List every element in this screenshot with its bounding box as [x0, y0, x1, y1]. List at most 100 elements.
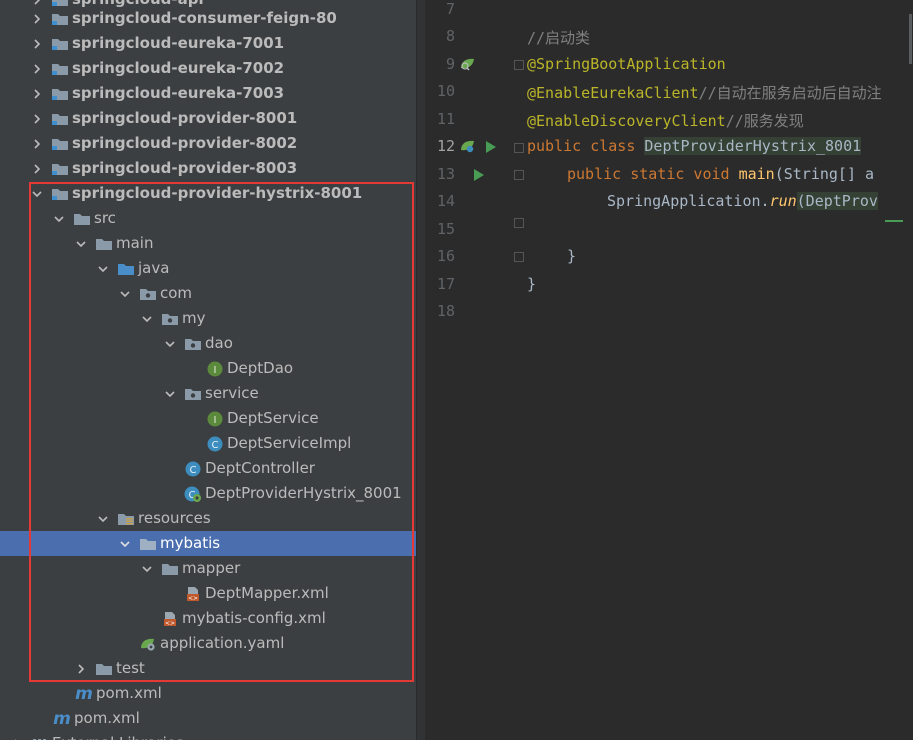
line-number: 8	[445, 27, 455, 45]
package-icon	[160, 310, 180, 328]
xml-file-icon: <>	[160, 610, 180, 628]
scrollbar-thumb[interactable]	[909, 14, 912, 64]
tree-row-external-libraries[interactable]: External Libraries	[0, 731, 416, 740]
chevron-right-icon[interactable]	[30, 12, 44, 26]
chevron-right-icon[interactable]	[30, 62, 44, 76]
tree-row-my[interactable]: my	[0, 306, 416, 331]
chevron-down-icon[interactable]	[140, 312, 154, 326]
tree-row-module[interactable]: springcloud-consumer-feign-80	[0, 6, 416, 31]
spring-bean-icon[interactable]	[459, 56, 477, 76]
chevron-down-icon[interactable]	[118, 537, 132, 551]
chevron-right-icon[interactable]	[30, 87, 44, 101]
code-line-10: @EnableEurekaClient//自动在服务启动后自动注	[527, 84, 882, 102]
chevron-down-icon[interactable]	[118, 287, 132, 301]
spring-bean-icon[interactable]	[459, 138, 477, 158]
code-line-8: //启动类	[527, 29, 591, 47]
project-tree-panel[interactable]: springcloud-api springcloud-consumer-fei…	[0, 0, 416, 740]
chevron-down-icon[interactable]	[163, 337, 177, 351]
tree-row-module[interactable]: springcloud-provider-8001	[0, 106, 416, 131]
tree-row-service[interactable]: service	[0, 381, 416, 406]
tree-row-module[interactable]: springcloud-provider-8002	[0, 131, 416, 156]
folder-icon	[72, 210, 92, 228]
line-number: 17	[436, 275, 455, 293]
module-folder-icon	[50, 160, 70, 178]
error-stripe-marker	[885, 220, 903, 222]
chevron-down-icon[interactable]	[52, 212, 66, 226]
tree-row-mybatis[interactable]: mybatis	[0, 531, 416, 556]
folder-icon	[94, 660, 114, 678]
module-folder-icon	[50, 110, 70, 128]
svg-text:C: C	[190, 465, 197, 476]
resources-folder-icon	[116, 510, 136, 528]
interface-icon: I	[205, 410, 225, 428]
svg-text:C: C	[212, 440, 219, 451]
fold-marker[interactable]	[514, 143, 524, 153]
run-icon[interactable]	[473, 167, 485, 186]
chevron-down-icon[interactable]	[30, 187, 44, 201]
tree-row-main[interactable]: main	[0, 231, 416, 256]
tree-row-dept-service[interactable]: I DeptService	[0, 406, 416, 431]
code-line-16: }	[567, 247, 577, 265]
svg-text:I: I	[214, 415, 217, 426]
line-number: 7	[445, 0, 455, 18]
spring-boot-class-icon: C	[183, 485, 203, 503]
tree-row-module[interactable]: springcloud-provider-8003	[0, 156, 416, 181]
chevron-right-icon[interactable]	[74, 662, 88, 676]
tree-row-src[interactable]: src	[0, 206, 416, 231]
tree-row-java[interactable]: java	[0, 256, 416, 281]
chevron-right-icon[interactable]	[30, 112, 44, 126]
chevron-right-icon[interactable]	[30, 37, 44, 51]
chevron-down-icon[interactable]	[96, 262, 110, 276]
code-line-17: }	[527, 275, 537, 293]
source-folder-icon	[116, 260, 136, 278]
chevron-down-icon[interactable]	[74, 237, 88, 251]
maven-icon: m	[53, 708, 71, 729]
tree-row-module[interactable]: springcloud-eureka-7003	[0, 81, 416, 106]
chevron-down-icon[interactable]	[96, 512, 110, 526]
tree-row-test[interactable]: test	[0, 656, 416, 681]
fold-marker[interactable]	[514, 218, 524, 228]
chevron-right-icon[interactable]	[30, 162, 44, 176]
run-icon[interactable]	[485, 139, 497, 158]
code-line-12: public class DeptProviderHystrix_8001	[527, 137, 862, 155]
svg-text:<>: <>	[188, 595, 198, 602]
tree-row-root-pom[interactable]: m pom.xml	[0, 706, 416, 731]
code-editor[interactable]: 7 8 9 10 11 12 13 14 15 16 17 18 //启动类 @…	[425, 0, 913, 740]
chevron-down-icon[interactable]	[140, 562, 154, 576]
fold-marker[interactable]	[514, 60, 524, 70]
tree-row-dept-mapper-xml[interactable]: <> DeptMapper.xml	[0, 581, 416, 606]
fold-marker[interactable]	[514, 170, 524, 180]
tree-row-com[interactable]: com	[0, 281, 416, 306]
xml-file-icon: <>	[183, 585, 203, 603]
tree-row-module[interactable]: springcloud-eureka-7001	[0, 31, 416, 56]
tree-row-open-module[interactable]: springcloud-provider-hystrix-8001	[0, 181, 416, 206]
module-folder-icon	[50, 135, 70, 153]
tree-row-module[interactable]: springcloud-eureka-7002	[0, 56, 416, 81]
chevron-right-icon[interactable]	[30, 137, 44, 151]
tree-row-application-yaml[interactable]: application.yaml	[0, 631, 416, 656]
tree-row-module-pom[interactable]: m pom.xml	[0, 681, 416, 706]
tree-row-dao[interactable]: dao	[0, 331, 416, 356]
spring-config-icon	[138, 635, 158, 653]
tree-row-dept-controller[interactable]: C DeptController	[0, 456, 416, 481]
maven-icon: m	[75, 683, 93, 704]
tree-row-mapper[interactable]: mapper	[0, 556, 416, 581]
library-icon	[30, 735, 50, 740]
chevron-right-icon[interactable]	[10, 737, 24, 740]
chevron-down-icon[interactable]	[163, 387, 177, 401]
module-folder-icon	[50, 85, 70, 103]
code-line-9: @SpringBootApplication	[527, 55, 726, 73]
svg-text:I: I	[214, 365, 217, 376]
tree-row-resources[interactable]: resources	[0, 506, 416, 531]
tree-row-mybatis-config-xml[interactable]: <> mybatis-config.xml	[0, 606, 416, 631]
module-folder-icon	[50, 60, 70, 78]
tree-row-dept-dao[interactable]: I DeptDao	[0, 356, 416, 381]
line-number: 9	[445, 55, 455, 73]
tree-row-main-class[interactable]: C DeptProviderHystrix_8001	[0, 481, 416, 506]
line-number: 15	[436, 220, 455, 238]
package-icon	[138, 285, 158, 303]
code-line-11: @EnableDiscoveryClient//服务发现	[527, 112, 804, 130]
fold-marker[interactable]	[514, 252, 524, 262]
line-number: 14	[436, 192, 455, 210]
tree-row-dept-service-impl[interactable]: C DeptServiceImpl	[0, 431, 416, 456]
